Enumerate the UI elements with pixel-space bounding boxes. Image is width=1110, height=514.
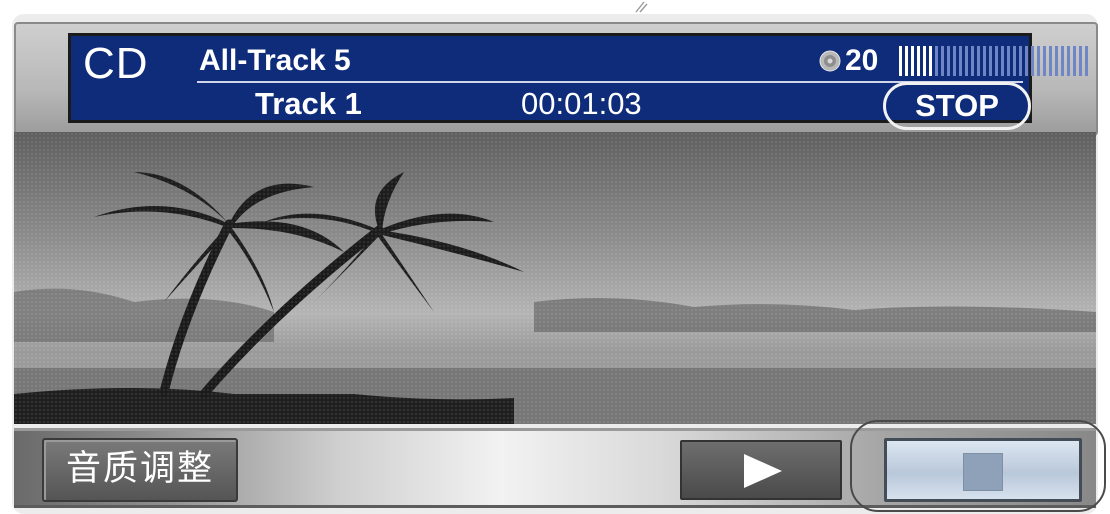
volume-segment: [1007, 46, 1010, 76]
palm-beach-sunset-image: [14, 132, 1096, 424]
volume-segment: [983, 46, 986, 76]
volume-segment: [911, 46, 914, 76]
volume-segment: [1025, 46, 1028, 76]
disc-icon: [819, 50, 841, 72]
volume-segment: [971, 46, 974, 76]
volume-segment: [1043, 46, 1046, 76]
cursor-mark-icon: [635, 1, 648, 13]
volume-segment: [995, 46, 998, 76]
volume-segment: [1055, 46, 1058, 76]
volume-segment: [1049, 46, 1052, 76]
stop-button[interactable]: [884, 438, 1082, 502]
track-label: Track 1: [255, 86, 362, 121]
volume-segment: [989, 46, 992, 76]
volume-segment: [965, 46, 968, 76]
volume-segment: [935, 46, 938, 76]
stop-icon: [963, 453, 1003, 491]
play-icon: [744, 454, 782, 488]
elapsed-time: 00:01:03: [521, 86, 642, 121]
volume-segment: [1031, 46, 1034, 76]
background-image: [14, 132, 1096, 424]
volume-segment: [977, 46, 980, 76]
volume-segment: [905, 46, 908, 76]
volume-segment: [899, 46, 902, 76]
volume-segment: [1013, 46, 1016, 76]
volume-segment: [953, 46, 956, 76]
volume-segment: [1073, 46, 1076, 76]
volume-value: 20: [845, 44, 879, 77]
sound-adjust-button[interactable]: 音质调整: [42, 438, 238, 502]
volume-segment: [1019, 46, 1022, 76]
volume-segment: [1061, 46, 1064, 76]
volume-segment: [917, 46, 920, 76]
volume-segment: [1037, 46, 1040, 76]
play-status-badge: STOP: [883, 82, 1031, 130]
repeat-mode-label: All-Track 5: [199, 44, 351, 77]
volume-segment: [1085, 46, 1088, 76]
volume-meter: [899, 46, 1088, 76]
volume-segment: [923, 46, 926, 76]
status-display: CD All-Track 5 Track 1 00:01:03 20 STOP: [68, 33, 1088, 130]
volume-segment: [1079, 46, 1082, 76]
volume-segment: [947, 46, 950, 76]
play-button[interactable]: [680, 440, 842, 500]
volume-segment: [941, 46, 944, 76]
source-label: CD: [83, 39, 149, 88]
volume-segment: [959, 46, 962, 76]
volume-segment: [1001, 46, 1004, 76]
volume-segment: [929, 46, 932, 76]
volume-segment: [1067, 46, 1070, 76]
